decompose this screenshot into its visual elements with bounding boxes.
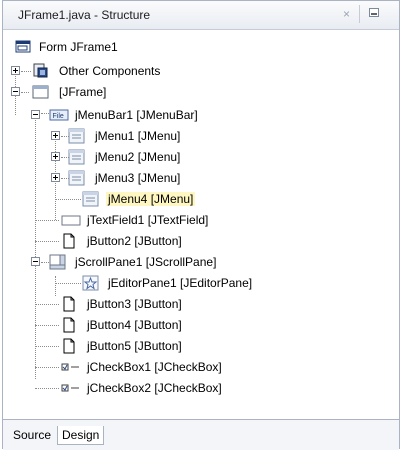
- structure-panel: JFrame1.java - Structure × Form JFrame1 …: [2, 0, 400, 450]
- button-icon: [63, 317, 75, 333]
- tree-node-label: [JFrame]: [59, 85, 107, 99]
- close-icon[interactable]: ×: [343, 7, 350, 21]
- tree-node-label: jEditorPane1 [JEditorPane]: [108, 276, 253, 290]
- tree-node-jframe[interactable]: [JFrame]: [3, 82, 399, 102]
- tree-node-label: jCheckBox2 [JCheckBox]: [87, 381, 222, 395]
- expand-icon[interactable]: [11, 66, 20, 75]
- expand-icon[interactable]: [51, 173, 60, 182]
- button-icon: [63, 338, 75, 354]
- menu-icon: [68, 149, 85, 165]
- tree-node-label: jButton5 [JButton]: [87, 339, 182, 353]
- tree-node-other-components[interactable]: Other Components: [3, 61, 399, 81]
- tree-node-menu3[interactable]: jMenu3 [JMenu]: [3, 168, 399, 188]
- frame-icon: [32, 85, 49, 99]
- panel-titlebar: JFrame1.java - Structure ×: [3, 1, 399, 30]
- menubar-icon: File: [49, 109, 69, 121]
- menu-icon: [82, 191, 99, 207]
- tree-node-form[interactable]: Form JFrame1: [3, 37, 399, 57]
- expand-icon[interactable]: [51, 131, 60, 140]
- tree-node-menu4[interactable]: jMenu4 [JMenu]: [3, 189, 399, 209]
- tree-node-checkbox2[interactable]: jCheckBox2 [JCheckBox]: [3, 378, 399, 398]
- checkbox-icon: [61, 384, 79, 392]
- tree-node-label-selected: jMenu4 [JMenu]: [106, 192, 196, 206]
- scrollpane-icon: [49, 254, 66, 270]
- tree-node-button3[interactable]: jButton3 [JButton]: [3, 294, 399, 314]
- svg-text:File: File: [53, 113, 64, 120]
- titlebar-divider: [359, 5, 360, 23]
- button-icon: [63, 233, 75, 249]
- button-icon: [63, 296, 75, 312]
- menu-icon: [68, 128, 85, 144]
- editorpane-icon: [82, 275, 99, 291]
- tree-node-editorpane[interactable]: jEditorPane1 [JEditorPane]: [3, 273, 399, 293]
- tree-node-menu1[interactable]: jMenu1 [JMenu]: [3, 126, 399, 146]
- checkbox-icon: [61, 363, 79, 371]
- tab-source[interactable]: Source: [9, 426, 55, 445]
- tree-node-label: jMenu2 [JMenu]: [95, 150, 181, 164]
- collapse-icon[interactable]: [31, 110, 40, 119]
- tree-node-textfield[interactable]: jTextField1 [JTextField]: [3, 210, 399, 230]
- tree-node-label: jTextField1 [JTextField]: [87, 213, 209, 227]
- tree-node-label: jButton3 [JButton]: [87, 297, 182, 311]
- tree-node-label: Other Components: [59, 64, 161, 78]
- expand-icon[interactable]: [51, 152, 60, 161]
- minimize-icon[interactable]: [369, 8, 379, 17]
- form-icon: [15, 40, 31, 53]
- collapse-icon[interactable]: [11, 87, 20, 96]
- tree-node-button2[interactable]: jButton2 [JButton]: [3, 231, 399, 251]
- view-tabs: Source Design: [3, 419, 399, 450]
- tree-node-label: jMenuBar1 [JMenuBar]: [75, 108, 198, 122]
- tree-node-button5[interactable]: jButton5 [JButton]: [3, 336, 399, 356]
- tree-node-label: Form JFrame1: [39, 40, 118, 54]
- tree-node-label: jButton2 [JButton]: [87, 234, 182, 248]
- textfield-icon: [61, 215, 81, 226]
- panel-title: JFrame1.java - Structure: [18, 8, 151, 22]
- tree-node-menubar[interactable]: File jMenuBar1 [JMenuBar]: [3, 105, 399, 125]
- tree-node-label: jCheckBox1 [JCheckBox]: [87, 360, 222, 374]
- tree-node-checkbox1[interactable]: jCheckBox1 [JCheckBox]: [3, 357, 399, 377]
- tree-node-label: jMenu1 [JMenu]: [95, 129, 181, 143]
- tab-design[interactable]: Design: [57, 426, 105, 445]
- tree-node-label: jButton4 [JButton]: [87, 318, 182, 332]
- collapse-icon[interactable]: [31, 257, 40, 266]
- tree-node-menu2[interactable]: jMenu2 [JMenu]: [3, 147, 399, 167]
- menu-icon: [68, 170, 85, 186]
- tree-node-label: jScrollPane1 [JScrollPane]: [75, 255, 217, 269]
- tree-node-button4[interactable]: jButton4 [JButton]: [3, 315, 399, 335]
- tree-node-scrollpane[interactable]: jScrollPane1 [JScrollPane]: [3, 252, 399, 272]
- component-tree: Form JFrame1 Other Components [JFrame] F…: [3, 31, 399, 419]
- tree-node-label: jMenu3 [JMenu]: [95, 171, 181, 185]
- components-icon: [33, 63, 48, 78]
